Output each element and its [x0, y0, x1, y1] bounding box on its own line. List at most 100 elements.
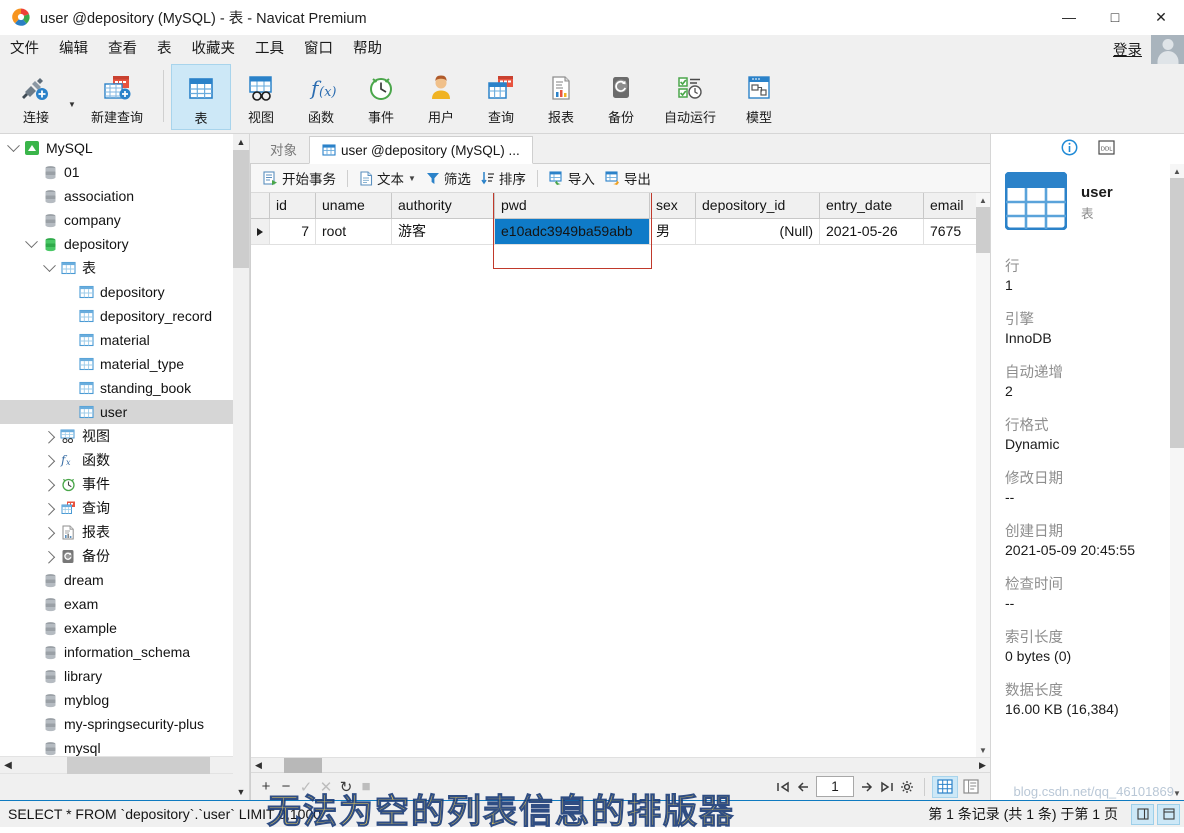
add-record-button[interactable]: + [256, 776, 276, 798]
column-header-sex[interactable]: sex [649, 193, 696, 219]
tree-node-example[interactable]: example [0, 616, 249, 640]
form-view-button[interactable] [958, 776, 984, 798]
avatar[interactable] [1151, 35, 1184, 64]
tree-node-material_type[interactable]: material_type [0, 352, 249, 376]
cancel-button[interactable]: ✕ [316, 776, 336, 798]
data-grid[interactable]: id uname authority pwd sex depository_id entry… [251, 193, 984, 245]
tree-node-information_schema[interactable]: information_schema [0, 640, 249, 664]
tree-hscroll-track[interactable] [16, 756, 233, 774]
tree-scroll-up-icon[interactable]: ▲ [233, 134, 249, 150]
stop-button[interactable]: ■ [356, 776, 376, 798]
toolbar-model[interactable]: 模型 [729, 64, 789, 130]
grid-hscroll-track[interactable] [266, 757, 975, 773]
menu-tools[interactable]: 工具 [245, 35, 294, 64]
column-header-uname[interactable]: uname [315, 193, 392, 219]
info-scroll-thumb[interactable] [1170, 178, 1184, 448]
cell-depository_id[interactable]: (Null) [695, 218, 820, 245]
chevron-right-icon[interactable] [40, 526, 58, 540]
toolbar-query[interactable]: 查询 [471, 64, 531, 130]
tree-node-depository[interactable]: depository [0, 232, 249, 256]
begin-transaction-button[interactable]: 开始事务 [258, 167, 341, 190]
export-button[interactable]: 导出 [600, 167, 656, 190]
grid-hscroll-left-icon[interactable]: ◀ [251, 758, 266, 773]
chevron-right-icon[interactable] [40, 550, 58, 564]
tree-horizontal-scrollbar[interactable]: ◀ ▶ [0, 756, 249, 774]
text-button[interactable]: 文本 ▼ [354, 167, 421, 190]
tree-node-association[interactable]: association [0, 184, 249, 208]
toolbar-user[interactable]: 用户 [411, 64, 471, 130]
grid-hscroll-thumb[interactable] [284, 757, 322, 773]
cell-authority[interactable]: 游客 [391, 218, 495, 245]
chevron-right-icon[interactable] [40, 454, 58, 468]
cell-email[interactable]: 7675 [923, 218, 984, 245]
chevron-right-icon[interactable] [40, 502, 58, 516]
tree-node--[interactable]: 报表 [0, 520, 249, 544]
toolbar-table[interactable]: 表 [171, 64, 231, 130]
menu-table[interactable]: 表 [147, 35, 182, 64]
status-panel-toggle-1[interactable] [1131, 803, 1154, 825]
column-header-pwd[interactable]: pwd [494, 193, 650, 219]
chevron-right-icon[interactable] [40, 478, 58, 492]
column-header-authority[interactable]: authority [391, 193, 495, 219]
tree-node--[interactable]: 表 [0, 256, 249, 280]
menu-edit[interactable]: 编辑 [49, 35, 98, 64]
column-header-entry_date[interactable]: entry_date [819, 193, 924, 219]
tree-hscroll-thumb[interactable] [67, 756, 210, 774]
tree-node--[interactable]: f x 函数 [0, 448, 249, 472]
data-grid-wrapper[interactable]: id uname authority pwd sex depository_id entry… [251, 193, 990, 757]
tree-scroll-thumb[interactable] [233, 150, 249, 268]
menu-view[interactable]: 查看 [98, 35, 147, 64]
tree-node--[interactable]: 备份 [0, 544, 249, 568]
tree-node-exam[interactable]: exam [0, 592, 249, 616]
tree-node-dream[interactable]: dream [0, 568, 249, 592]
cell-sex[interactable]: 男 [649, 218, 696, 245]
chevron-right-icon[interactable] [40, 430, 58, 444]
tree-node--[interactable]: 查询 [0, 496, 249, 520]
column-header-id[interactable]: id [269, 193, 316, 219]
tree-node-company[interactable]: company [0, 208, 249, 232]
maximize-button[interactable]: □ [1092, 0, 1138, 35]
chevron-down-icon[interactable] [22, 234, 40, 249]
toolbar-function[interactable]: f (x) 函数 [291, 64, 351, 130]
minimize-button[interactable]: — [1046, 0, 1092, 35]
tree-vertical-scrollbar[interactable]: ▲ ▼ [233, 134, 249, 800]
next-page-button[interactable] [857, 776, 877, 798]
chevron-down-icon[interactable] [40, 258, 58, 273]
tree-scroll-down-icon[interactable]: ▼ [233, 784, 249, 800]
grid-scroll-down-icon[interactable]: ▼ [976, 743, 990, 757]
tree-node-mysql[interactable]: MySQL [0, 136, 249, 160]
grid-scroll-thumb[interactable] [976, 207, 990, 253]
text-dropdown-caret[interactable]: ▼ [408, 174, 416, 183]
tab-objects[interactable]: 对象 [258, 135, 309, 163]
sort-button[interactable]: 排序 [476, 167, 531, 190]
cell-uname[interactable]: root [315, 218, 392, 245]
prev-page-button[interactable] [793, 776, 813, 798]
tree-node-depository[interactable]: depository [0, 280, 249, 304]
tree-node-user[interactable]: user [0, 400, 249, 424]
toolbar-event[interactable]: 事件 [351, 64, 411, 130]
status-panel-toggle-2[interactable] [1157, 803, 1180, 825]
tree-node-library[interactable]: library [0, 664, 249, 688]
info-scroll-up-icon[interactable]: ▲ [1170, 164, 1184, 178]
column-header-depository_id[interactable]: depository_id [695, 193, 820, 219]
chevron-down-icon[interactable] [4, 138, 22, 153]
grid-vertical-scrollbar[interactable]: ▲ ▼ [976, 193, 990, 757]
cell-entry_date[interactable]: 2021-05-26 [819, 218, 924, 245]
grid-settings-button[interactable] [897, 776, 917, 798]
table-row[interactable]: 7 root 游客 e10adc3949ba59abb 男 (Null) 2021-05-2… [251, 218, 984, 245]
tree-node--[interactable]: 视图 [0, 424, 249, 448]
tree-node-myblog[interactable]: myblog [0, 688, 249, 712]
info-vertical-scrollbar[interactable]: ▲ ▼ [1170, 164, 1184, 800]
grid-horizontal-scrollbar[interactable]: ◀ ▶ [251, 757, 990, 773]
toolbar-view[interactable]: 视图 [231, 64, 291, 130]
tree-node-mysql[interactable]: mysql [0, 736, 249, 756]
first-page-button[interactable] [773, 776, 793, 798]
tree-node-material[interactable]: material [0, 328, 249, 352]
refresh-button[interactable]: ↻ [336, 776, 356, 798]
tab-user-table[interactable]: user @depository (MySQL) ... [309, 136, 533, 164]
tree-node--[interactable]: 事件 [0, 472, 249, 496]
tree-hscroll-left-icon[interactable]: ◀ [0, 757, 16, 774]
toolbar-automation[interactable]: 自动运行 [651, 64, 729, 130]
grid-scroll-up-icon[interactable]: ▲ [976, 193, 990, 207]
grid-hscroll-right-icon[interactable]: ▶ [975, 758, 990, 773]
